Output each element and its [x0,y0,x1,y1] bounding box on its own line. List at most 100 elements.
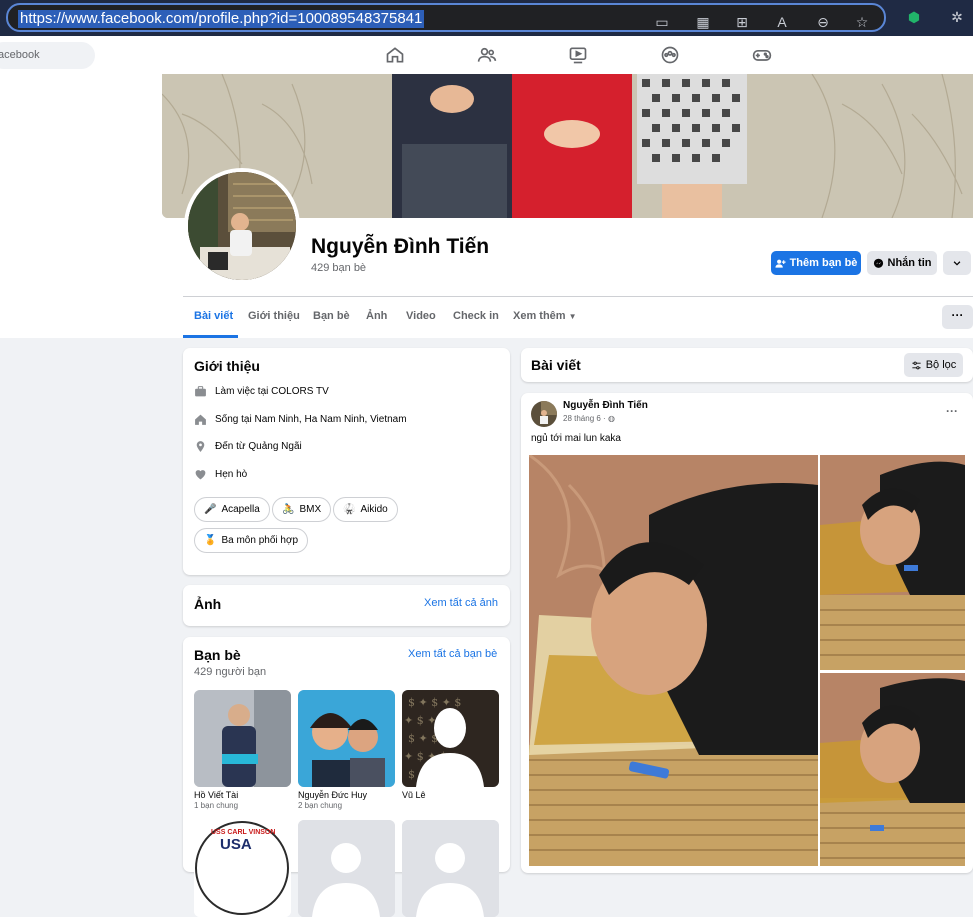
caret-down-icon: ▼ [568,312,577,321]
friend-photo: USS CARL VINSON USA [194,820,291,917]
post-author-name[interactable]: Nguyễn Đình Tiến [563,400,648,411]
friend-photo: $ ✦ $ ✦ $✦ $ ✦ $ ✦$ ✦ $ ✦ $✦ $ ✦ $ ✦$ ✦ … [402,690,499,787]
intro-row-work: Làm việc tại COLORS TV [194,385,329,398]
tab-see-more[interactable]: Xem thêm ▼ [513,310,577,322]
tab-posts[interactable]: Bài viết [194,310,233,322]
home-icon [194,413,207,426]
intro-row-lives: Sống tại Nam Ninh, Ha Nam Ninh, Vietnam [194,413,407,426]
profile-friend-count[interactable]: 429 bạn bè [311,262,366,274]
tabs-divider [183,296,973,297]
friend-tile-6[interactable] [402,820,499,917]
filter-label: Bộ lọc [925,359,957,371]
hobby-chip-bmx[interactable]: 🚴 BMX [272,497,332,522]
bike-icon: 🚴 [282,504,295,515]
post-options-icon[interactable]: ··· [946,404,958,418]
message-label: Nhắn tin [887,257,932,269]
groups-nav-icon[interactable] [660,45,680,65]
grid-icon[interactable]: ▦ [694,13,712,31]
intro-work-text[interactable]: Làm việc tại COLORS TV [215,386,329,397]
see-all-friends-link[interactable]: Xem tất cả bạn bè [408,648,497,660]
left-blank-area [0,74,162,338]
friends-count: 429 người bạn [194,666,267,678]
hobby-label: Aikido [360,504,388,515]
friend-tile-4[interactable]: USS CARL VINSON USA [194,820,291,917]
browser-toolbar: https://www.facebook.com/profile.php?id=… [0,0,973,36]
post-photo-main[interactable] [529,455,818,866]
hobby-chip-acapella[interactable]: 🎤 Acapella [194,497,270,522]
hobby-chip-aikido[interactable]: 🥋 Aikido [333,497,398,522]
search-placeholder: acebook [0,49,40,61]
add-friend-button[interactable]: Thêm bạn bè [771,251,861,275]
privacy-globe-icon: ◍ [607,414,615,423]
svg-text:$ ✦ $ ✦ $: $ ✦ $ ✦ $ [408,696,461,709]
friend-photo-placeholder [402,820,499,917]
martial-arts-icon: 🥋 [343,504,356,515]
friend-name[interactable]: Hồ Viết Tài [194,790,291,800]
more-dots-icon: ··· [951,308,964,322]
intro-lives-text[interactable]: Sống tại Nam Ninh, Ha Nam Ninh, Vietnam [215,414,407,425]
tab-about[interactable]: Giới thiệu [248,310,300,322]
profile-avatar[interactable] [184,168,300,284]
hobby-label: Ba môn phối hợp [221,535,299,546]
watch-nav-icon[interactable] [568,45,588,65]
add-tab-icon[interactable]: ⊞ [733,13,751,31]
shield-extension-icon[interactable]: ⬢ [905,8,923,26]
hobby-label: BMX [299,504,322,515]
home-nav-icon[interactable] [385,45,405,65]
friend-mutual: 2 bạn chung [298,801,343,810]
add-person-icon [775,259,786,268]
tab-checkins[interactable]: Check in [453,310,499,322]
extensions-icon[interactable]: ✲ [948,8,966,26]
post-photo-top-right[interactable] [820,455,965,670]
gaming-nav-icon[interactable] [752,45,772,65]
hobby-chip-triathlon[interactable]: 🏅 Ba môn phối hợp [194,528,309,553]
friend-tile-3[interactable]: $ ✦ $ ✦ $✦ $ ✦ $ ✦$ ✦ $ ✦ $✦ $ ✦ $ ✦$ ✦ … [402,690,499,801]
add-friend-label: Thêm bạn bè [789,257,858,269]
briefcase-icon [194,385,207,398]
tab-videos[interactable]: Video [406,310,436,322]
intro-title: Giới thiệu [194,358,260,374]
tabs-more-button[interactable]: ··· [942,305,973,329]
tab-friends[interactable]: Bạn bè [313,310,350,322]
friend-name[interactable]: Nguyễn Đức Huy [298,790,395,800]
microphone-icon: 🎤 [204,504,217,515]
see-all-photos-link[interactable]: Xem tất cả ảnh [424,597,498,609]
medal-icon: 🏅 [204,535,217,546]
message-button[interactable]: Nhắn tin [867,251,937,275]
post-author-avatar[interactable] [531,401,557,427]
intro-row-relationship: Hẹn hò [194,468,247,481]
intro-from-text[interactable]: Đến từ Quảng Ngãi [215,441,302,452]
address-bar[interactable]: https://www.facebook.com/profile.php?id=… [6,3,886,32]
zoom-icon[interactable]: ⊖ [814,13,832,31]
url-text[interactable]: https://www.facebook.com/profile.php?id=… [18,10,425,28]
friend-photo [298,690,395,787]
filter-button[interactable]: Bộ lọc [904,353,963,377]
post-date-text: 28 tháng 6 · [563,414,606,423]
search-input[interactable]: acebook [0,42,95,69]
app-available-icon[interactable]: ▭ [653,13,671,31]
post-date[interactable]: 28 tháng 6 · ◍ [563,414,615,423]
location-pin-icon [194,440,207,453]
friend-mutual: 1 bạn chung [194,801,239,810]
friend-tile-1[interactable]: Hồ Viết Tài 1 bạn chung [194,690,291,810]
post-photo-bottom-right[interactable] [820,673,965,866]
intro-row-from: Đến từ Quảng Ngãi [194,440,302,453]
favorite-star-icon[interactable]: ☆ [853,13,871,31]
badge-sub: USA [220,836,252,853]
active-tab-indicator [183,335,238,338]
photos-title: Ảnh [194,596,222,612]
more-options-button[interactable] [943,251,971,275]
read-aloud-icon[interactable]: A [773,13,791,31]
profile-name: Nguyễn Đình Tiến [311,235,490,258]
avatar-image [188,172,296,280]
friend-name[interactable]: Vũ Lê [402,790,499,800]
messenger-icon [873,258,883,268]
facebook-top-nav: acebook [0,36,973,74]
intro-relationship-text: Hẹn hò [215,469,248,480]
badge-text: USS CARL VINSON [211,829,276,836]
tab-see-more-label: Xem thêm [513,310,566,322]
friend-tile-2[interactable]: Nguyễn Đức Huy 2 bạn chung [298,690,395,810]
friends-nav-icon[interactable] [477,45,497,65]
tab-photos[interactable]: Ảnh [366,310,387,322]
friend-tile-5[interactable] [298,820,395,917]
